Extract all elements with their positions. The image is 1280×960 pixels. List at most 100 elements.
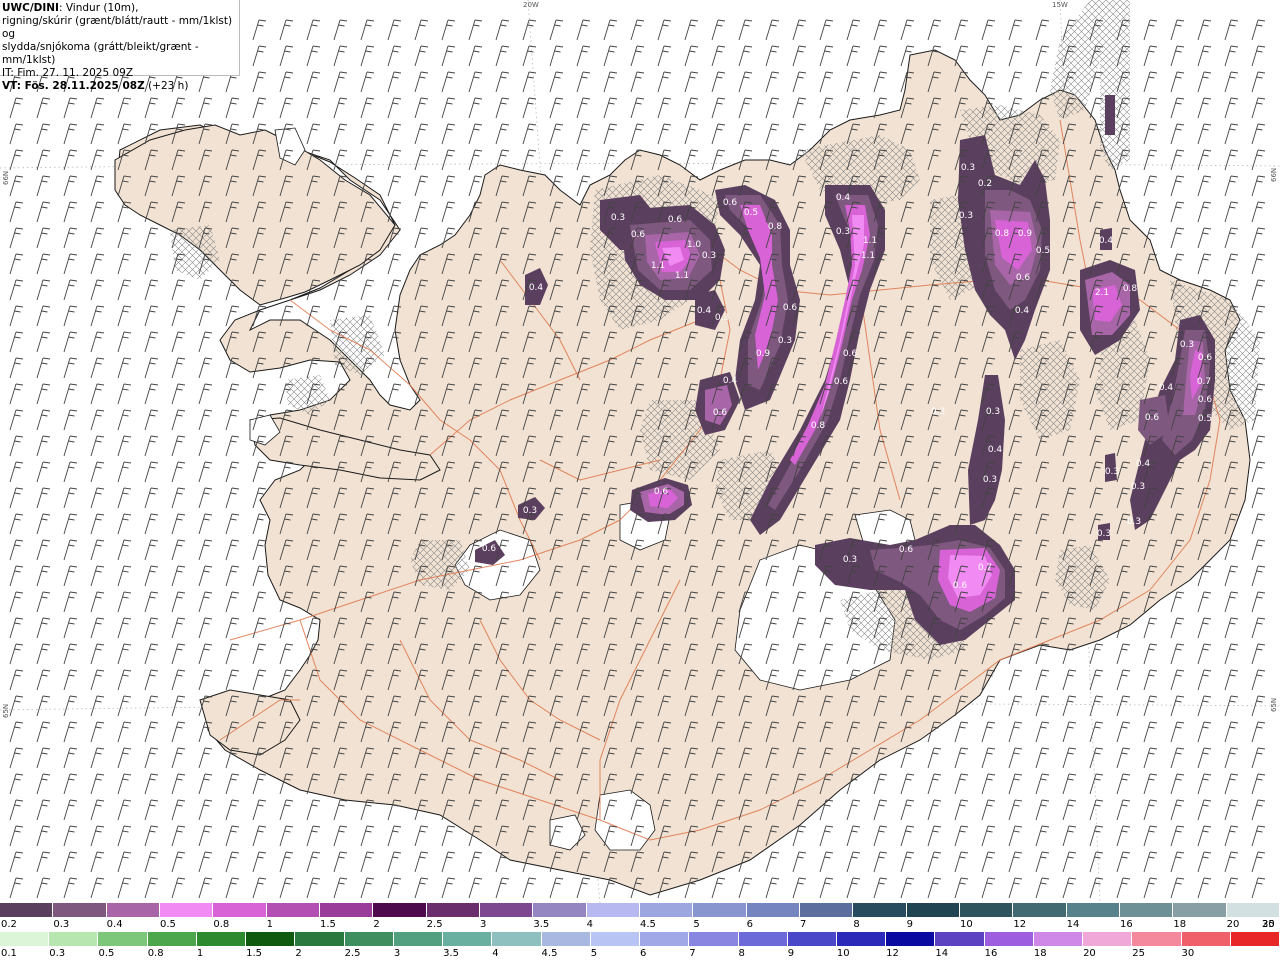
precip-value-label: 0.6 xyxy=(1016,273,1031,283)
legend-swatch xyxy=(640,932,690,946)
precip-value-label: 0.4 xyxy=(723,376,738,386)
precip-value-label: 0.6 xyxy=(953,581,968,591)
legend-swatch xyxy=(426,903,480,917)
precip-value-label: 0.3 xyxy=(1097,529,1111,539)
precip-value-label: 0.3 xyxy=(523,506,537,516)
precip-value-label: 0.6 xyxy=(1198,353,1213,363)
legend-tick-label: 0.8 xyxy=(213,919,230,930)
legend-tick-label: 18 xyxy=(1033,948,1047,959)
legend-tick-label: 16 xyxy=(1120,919,1133,930)
legend-tick-label: 0.4 xyxy=(106,919,123,930)
precip-value-label: 0.3 xyxy=(959,211,973,221)
precip-value-label: 0.3 xyxy=(1180,340,1194,350)
legend-swatch xyxy=(443,932,493,946)
legend-swatch xyxy=(393,932,444,946)
precip-value-label: 0.4 xyxy=(836,193,851,203)
legend-swatch xyxy=(853,903,907,917)
legend-swatch xyxy=(159,903,214,917)
legend-swatch xyxy=(693,903,747,917)
precip-value-label: 0.6 xyxy=(843,349,858,359)
legend-tick-label: 5 xyxy=(590,948,598,959)
precip-value-label: 0.3 xyxy=(702,251,716,261)
precip-value-label: 0.3 xyxy=(836,227,850,237)
precip-value-label: 0.6 xyxy=(899,545,914,555)
legend-tick-label: 3.5 xyxy=(533,919,550,930)
legend-tick-label: 14 xyxy=(1066,919,1080,930)
legend-tick-label: 2 xyxy=(373,919,380,930)
lead-time: (+23 h) xyxy=(144,80,189,92)
legend-tick-label: 3.5 xyxy=(443,948,459,959)
precip-value-label: 0.3 xyxy=(843,555,857,565)
legend-swatch xyxy=(787,932,837,946)
legend-swatch xyxy=(266,903,320,917)
legend-tick-label: 0.3 xyxy=(53,919,70,930)
legend-swatch xyxy=(373,903,427,917)
legend-swatch xyxy=(98,932,148,946)
legend-tick-label: 1.5 xyxy=(246,948,263,959)
legend-swatch xyxy=(0,903,54,917)
legend-swatch xyxy=(319,903,374,917)
precip-value-label: 0.6 xyxy=(1145,413,1160,423)
legend-tick-label: 14 xyxy=(935,948,949,959)
precip-value-label: 0.4 xyxy=(697,306,712,316)
legend-tick-label: 4.5 xyxy=(640,919,656,930)
legend-swatch xyxy=(479,903,534,917)
valid-time: VT: Fös. 28.11.2025 08Z xyxy=(2,80,145,92)
legend-swatch xyxy=(799,903,854,917)
legend-swatch xyxy=(906,903,960,917)
title-line-3: slydda/snjókoma (grátt/bleikt/grænt - mm… xyxy=(2,41,199,66)
legend-swatch xyxy=(935,932,985,946)
precip-value-label: 0.3 xyxy=(983,475,997,485)
legend-swatch xyxy=(1066,903,1120,917)
precip-value-label: 0.3 xyxy=(931,407,945,417)
precip-value-label: 0.2 xyxy=(978,179,992,189)
lon-label-15w: 15W xyxy=(1052,1,1068,9)
legend-tick-label: 7 xyxy=(689,948,696,959)
precip-value-label: 0.4 xyxy=(1099,236,1114,246)
precip-value-label: 0.6 xyxy=(654,487,669,497)
legend-tick-label: 20 xyxy=(1226,919,1240,930)
precip-value-label: 0.9 xyxy=(756,349,771,359)
precip-value-label: 0.4 xyxy=(988,445,1003,455)
precip-value-label: 2.1 xyxy=(1095,288,1109,298)
model-name: UWC/DINI xyxy=(2,2,59,14)
precip-value-label: 0.3 xyxy=(1127,517,1141,527)
legend-tick-label: 0.3 xyxy=(49,948,66,959)
legend-swatch xyxy=(746,903,800,917)
precip-value-label: 0.3 xyxy=(1105,467,1119,477)
precip-value-label: 0.6 xyxy=(834,377,849,387)
legend-rain-labels: 0.1 0.3 0.5 0.8 1 1.5 2 2.5 3 3.5 4 4.5 5 6 7 8 9 10 12 14 1… xyxy=(0,948,1280,959)
precip-value-label: 0.8 xyxy=(1123,284,1138,294)
precip-value-label: 0.4 xyxy=(1159,383,1174,393)
precip-value-label: 0.4 xyxy=(1015,306,1030,316)
legend-tick-label: 30 xyxy=(1262,919,1275,930)
legend-swatch xyxy=(492,932,542,946)
legend-swatch xyxy=(1226,903,1280,917)
variable-wind: : Vindur (10m), xyxy=(58,2,139,14)
legend-swatch xyxy=(533,903,587,917)
precip-value-label: 0.3 xyxy=(961,163,975,173)
legend-tick-label: 25 xyxy=(1132,948,1146,959)
precip-value-label: 0.7 xyxy=(978,563,992,573)
legend-tick-label: 4 xyxy=(492,948,499,959)
legend-swatch xyxy=(836,932,887,946)
legend-tick-label: 0.5 xyxy=(160,919,176,930)
legend-tick-label: 7 xyxy=(800,919,807,930)
precip-value-label: 0.6 xyxy=(783,303,798,313)
legend-tick-label: 4 xyxy=(586,919,594,930)
legend-tick-label: 0.2 xyxy=(1,919,17,930)
legend-swatch xyxy=(1230,932,1280,946)
precip-value-label: 1.1 xyxy=(651,261,665,271)
legend-swatch xyxy=(1181,932,1231,946)
precip-value-label: 0.5 xyxy=(744,208,758,218)
legend-swatch xyxy=(1083,932,1133,946)
legend-swatch xyxy=(246,932,296,946)
legend-snow-labels: 0.2 0.3 0.4 0.5 0.8 1 1.5 2 2.5 3 3.5 4 4.5 5 6 7 8 9 10 12… xyxy=(0,919,1280,930)
color-legend: 0.2 0.3 0.4 0.5 0.8 1 1.5 2 2.5 3 3.5 4 4.5 5 6 7 8 9 10 12… xyxy=(0,903,1280,960)
legend-swatch xyxy=(689,932,739,946)
legend-swatch xyxy=(1119,903,1174,917)
legend-swatch xyxy=(147,932,197,946)
precip-value-label: 0.6 xyxy=(723,198,738,208)
legend-swatch xyxy=(295,932,345,946)
legend-tick-label: 12 xyxy=(1013,919,1027,930)
